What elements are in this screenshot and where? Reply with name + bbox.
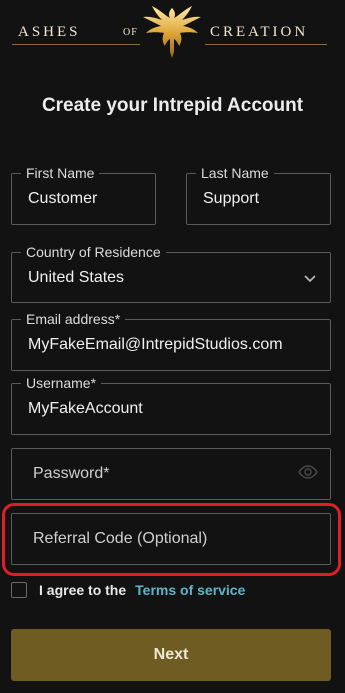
password-field[interactable]: Password* [11, 448, 331, 500]
brand-right-text: CREATION [210, 24, 309, 40]
last-name-label: Last Name [196, 165, 274, 181]
first-name-field[interactable]: First Name Customer [11, 165, 156, 225]
last-name-field[interactable]: Last Name Support [186, 165, 331, 225]
header: ASHES OF CREATION [0, 0, 345, 64]
next-button[interactable]: Next [11, 629, 331, 681]
page-title: Create your Intrepid Account [41, 95, 304, 116]
last-name-value: Support [203, 190, 260, 207]
agree-text: I agree to the [39, 582, 127, 598]
country-select[interactable]: Country of Residence United States [11, 244, 331, 303]
country-label: Country of Residence [21, 244, 166, 260]
username-value: MyFakeAccount [28, 400, 143, 417]
logo-divider-right [205, 44, 327, 45]
logo-divider-left [12, 44, 140, 45]
country-value: United States [28, 269, 125, 286]
brand-left-text: ASHES [18, 24, 81, 40]
referral-highlight-outline [2, 503, 341, 576]
first-name-label: First Name [21, 165, 100, 181]
email-value: MyFakeEmail@IntrepidStudios.com [28, 336, 283, 353]
terms-of-service-link[interactable]: Terms of service [135, 582, 245, 598]
email-field[interactable]: Email address* MyFakeEmail@IntrepidStudi… [11, 311, 331, 371]
terms-agreement-row: I agree to the Terms of service [11, 580, 245, 600]
email-label: Email address* [21, 311, 126, 327]
brand-of-text: OF [123, 27, 138, 38]
first-name-value: Customer [28, 190, 98, 207]
eye-icon[interactable] [298, 465, 318, 479]
username-label: Username* [21, 375, 102, 391]
password-placeholder: Password* [33, 465, 110, 482]
phoenix-logo-icon [143, 6, 201, 58]
chevron-down-icon[interactable] [304, 275, 316, 283]
username-field[interactable]: Username* MyFakeAccount [11, 375, 331, 435]
terms-checkbox[interactable] [11, 582, 27, 598]
